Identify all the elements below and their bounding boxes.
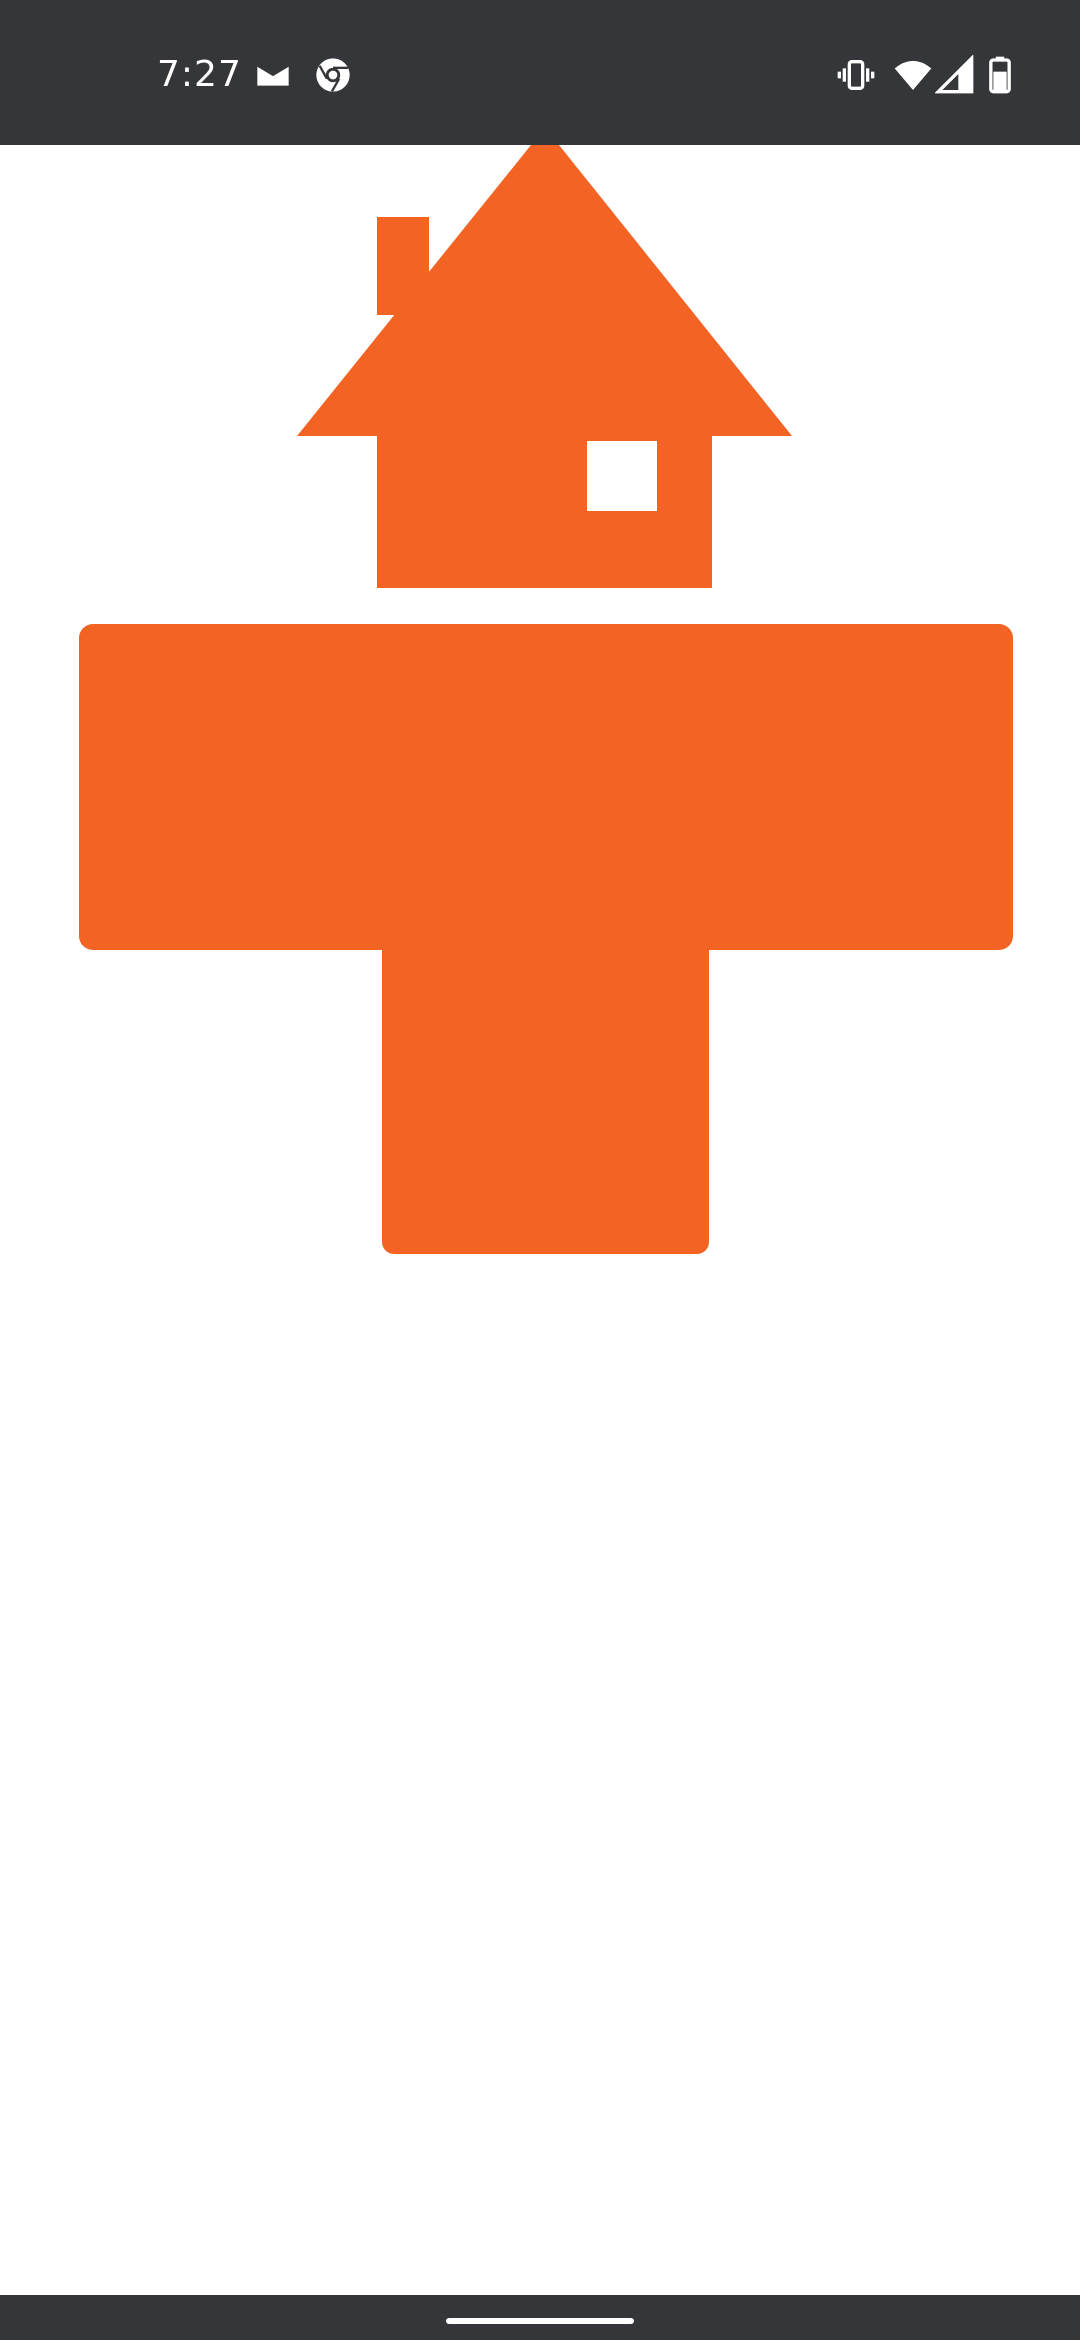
- wifi-icon: [893, 55, 933, 95]
- chrome-icon: [313, 55, 353, 95]
- status-time: 7:27: [157, 54, 242, 95]
- main-content: [0, 145, 1080, 2295]
- email-icon: [253, 55, 293, 95]
- battery-icon: [980, 55, 1020, 95]
- graphic-canvas: [79, 145, 1013, 1254]
- screen: 7:27: [0, 0, 1080, 2340]
- vibrate-icon: [836, 55, 876, 95]
- home-indicator[interactable]: [446, 2318, 634, 2324]
- navigation-bar: [0, 2295, 1080, 2340]
- t-shape-icon: [79, 624, 1013, 1254]
- status-bar: 7:27: [0, 0, 1080, 145]
- house-icon: [297, 145, 792, 588]
- signal-icon: [935, 55, 975, 95]
